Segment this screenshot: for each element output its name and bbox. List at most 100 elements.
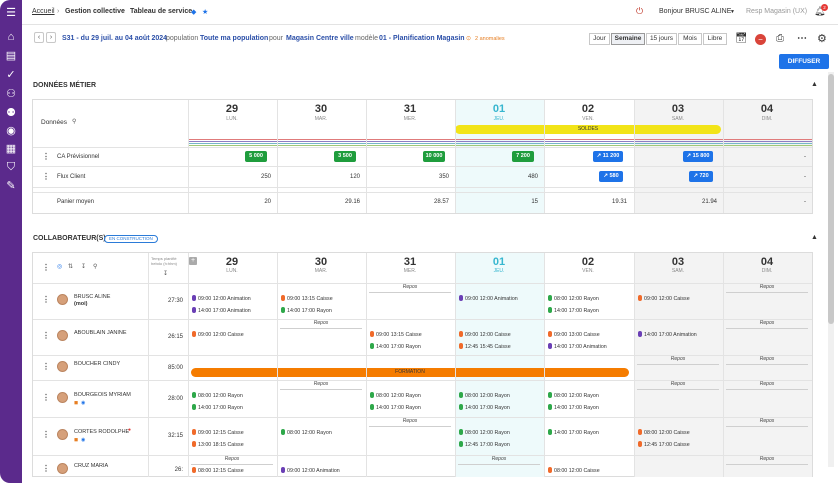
business-day-number[interactable]: 03 [634,103,722,115]
repos-label[interactable]: Repos [191,456,273,462]
shift-item[interactable]: 08:00 12:00 Rayon [459,429,510,436]
shift-item[interactable]: 13:00 18:15 Caisse [192,441,244,448]
eye-icon[interactable]: ◉ [4,124,18,138]
menu-icon[interactable]: ☰ [4,6,18,20]
more-vertical-icon[interactable]: ⋮ [42,295,50,304]
repos-label[interactable]: Repos [726,284,808,290]
more-vertical-icon[interactable]: ⋮ [42,362,50,371]
sort-time-icon[interactable]: ↧ [163,270,168,277]
repos-label[interactable]: Repos [726,381,808,387]
more-vertical-icon[interactable]: ⋮ [42,393,50,402]
shift-item[interactable]: 08:00 12:00 Caisse [548,467,600,474]
shift-item[interactable]: 09:00 13:15 Caisse [370,331,422,338]
home-icon[interactable]: ⌂ [4,30,18,44]
value-badge[interactable]: 7 200 [512,151,534,162]
formation-bar[interactable]: FORMATION [191,368,629,377]
period-label[interactable]: S31 - du 29 juil. au 04 août 2024 [62,35,167,42]
check-icon[interactable]: ✓ [4,68,18,82]
chevron-down-icon[interactable]: ▼ [730,9,735,15]
star-icon[interactable]: ★ [202,8,208,16]
shift-item[interactable]: 14:00 17:00 Rayon [548,307,599,314]
diffuser-button[interactable]: DIFFUSER [779,54,829,69]
shift-item[interactable]: 14:00 17:00 Rayon [281,307,332,314]
repos-label[interactable]: Repos [726,418,808,424]
collab-day-number[interactable]: 04 [723,256,811,268]
business-day-number[interactable]: 29 [188,103,276,115]
shift-item[interactable]: 09:00 13:00 Caisse [548,331,600,338]
more-vertical-icon[interactable]: ⋮ [42,263,50,272]
collapse-collab-icon[interactable]: ▲ [811,234,818,241]
search-icon[interactable]: ⚲ [93,263,97,270]
shift-item[interactable]: 14:00 17:00 Rayon [548,429,599,436]
calendar-icon[interactable]: 📅︎ [735,33,748,44]
gear-icon[interactable]: ⚙ [817,32,827,45]
model-value[interactable]: 01 - Planification Magasin [379,35,465,42]
more-vertical-icon[interactable]: ⋮ [42,331,50,340]
repos-label[interactable]: Repos [280,381,362,387]
collab-day-number[interactable]: 29 [188,256,276,268]
view-month-button[interactable]: Mois [678,33,702,45]
value-badge[interactable]: 3 500 [334,151,356,162]
shift-item[interactable]: 09:00 12:00 Caisse [192,331,244,338]
team-icon[interactable]: ⚇ [4,87,18,101]
value-badge[interactable]: ↗ 11 200 [593,151,623,162]
shift-item[interactable]: 14:00 17:00 Animation [548,343,607,350]
view-15days-button[interactable]: 15 jours [646,33,677,45]
more-vertical-icon[interactable]: ⋮ [42,430,50,439]
search-icon[interactable]: ⚲ [72,118,76,125]
repos-label[interactable]: Repos [726,456,808,462]
view-day-button[interactable]: Jour [589,33,610,45]
shift-item[interactable]: 08:00 12:00 Rayon [192,392,243,399]
employee-name[interactable]: BOURGEOIS MYRIAM [74,392,131,398]
value-badge[interactable]: ↗ 15 800 [683,151,713,162]
shift-item[interactable]: 09:00 13:15 Caisse [281,295,333,302]
repos-label[interactable]: Repos [369,284,451,290]
more-vertical-icon[interactable]: ⋮ [42,172,50,181]
event-soldes[interactable]: SOLDES [455,125,721,134]
collab-day-number[interactable]: 31 [366,256,454,268]
shift-item[interactable]: 08:00 12:00 Rayon [459,392,510,399]
shift-item[interactable]: 14:00 17:00 Rayon [370,343,421,350]
sort-icon[interactable]: ↧ [81,263,86,270]
employee-name[interactable]: CORTES RODOLPHE [74,429,129,435]
shift-item[interactable]: 09:00 12:00 Caisse [459,331,511,338]
user-greeting[interactable]: Bonjour BRUSC ALINE [659,8,731,15]
shift-item[interactable]: 14:00 17:00 Animation [638,331,697,338]
shift-item[interactable]: 08:00 12:00 Rayon [370,392,421,399]
cancel-icon[interactable]: − [755,34,766,45]
value-badge[interactable]: ↗ 720 [689,171,713,182]
shift-item[interactable]: 14:00 17:00 Rayon [548,404,599,411]
shift-item[interactable]: 09:00 12:00 Animation [281,467,340,474]
store-value[interactable]: Magasin Centre ville [286,35,354,42]
view-week-button[interactable]: Semaine [611,33,645,45]
repos-label[interactable]: Repos [637,381,719,387]
tools-icon[interactable]: ✎ [4,179,18,193]
employee-name[interactable]: ABOUBLAIN JANINE [74,330,127,336]
shift-item[interactable]: 08:00 12:00 Rayon [548,392,599,399]
breadcrumb-section[interactable]: Gestion collective [65,8,125,15]
repos-label[interactable]: Repos [280,320,362,326]
scrollbar-thumb[interactable] [828,74,834,324]
store-label[interactable]: Resp Magasin (UX) [746,8,807,15]
next-week-button[interactable]: › [46,32,56,43]
shift-item[interactable]: 08:00 12:15 Caisse [192,467,244,474]
shift-item[interactable]: 14:00 17:00 Animation [192,307,251,314]
collab-day-number[interactable]: 30 [277,256,365,268]
employee-name[interactable]: CRUZ MARIA [74,463,108,469]
shift-item[interactable]: 09:00 12:00 Animation [192,295,251,302]
shield-icon[interactable]: ⛉ [4,160,18,174]
repos-label[interactable]: Repos [726,320,808,326]
shift-item[interactable]: 12:45 17:00 Rayon [459,441,510,448]
anomalies-link[interactable]: 2 anomalies [475,36,505,42]
value-badge[interactable]: 10 000 [423,151,445,162]
prev-week-button[interactable]: ‹ [34,32,44,43]
business-day-number[interactable]: 30 [277,103,365,115]
shift-item[interactable]: 14:00 17:00 Rayon [192,404,243,411]
power-icon[interactable]: ⏻ [636,6,643,17]
shift-item[interactable]: 14:00 17:00 Rayon [459,404,510,411]
population-value[interactable]: Toute ma population [200,35,268,42]
business-day-number[interactable]: 31 [366,103,454,115]
shift-item[interactable]: 09:00 12:00 Animation [459,295,518,302]
documents-icon[interactable]: ▤ [4,49,18,63]
value-badge[interactable]: ↗ 580 [599,171,623,182]
